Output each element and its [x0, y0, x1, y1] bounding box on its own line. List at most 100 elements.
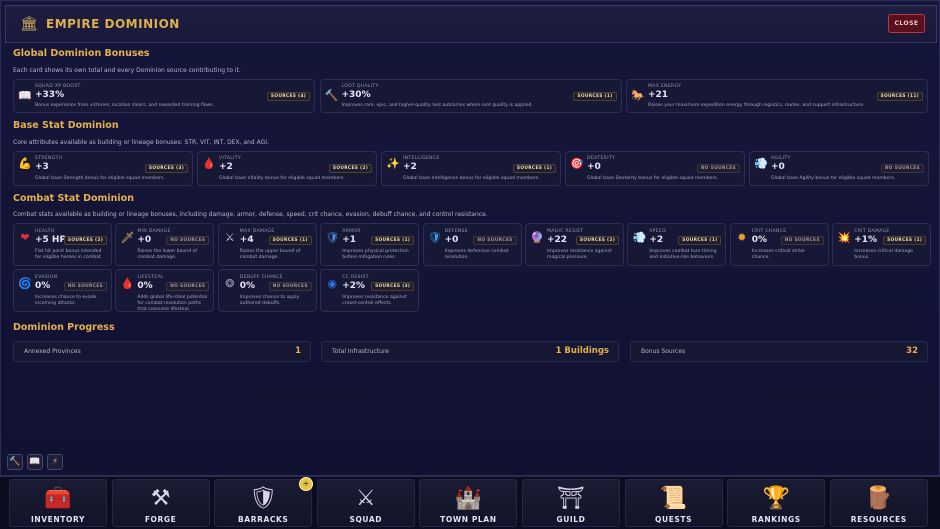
plus-icon[interactable]: + [299, 477, 313, 491]
stat-label: DEXTERITY [587, 156, 616, 161]
dominion-panel: 🏛 EMPIRE DOMINION CLOSE Global Dominion … [0, 0, 940, 476]
book-tool-button[interactable]: 📖 [27, 454, 43, 470]
sources-badge[interactable]: SOURCES (1) [268, 236, 312, 245]
nav-quests[interactable]: 📜 QUESTS [624, 479, 723, 527]
stat-value: +5 HP [35, 235, 67, 245]
stat-card-max-energy: 🐎 MAX ENERGY +21 SOURCES (11) Raises your ma… [626, 79, 928, 113]
horse-icon: 🐎 [631, 89, 645, 102]
blood-drop-icon: 🩸 [120, 277, 135, 290]
stat-card-squad-xp-boost: 📖 SQUAD XP BOOST +33% SOURCES (4) Bonus expe… [13, 79, 315, 113]
stat-value: +2 [649, 235, 664, 245]
nav-resources[interactable]: 🪵 RESOURCES [829, 479, 928, 527]
nav-label: QUESTS [655, 515, 693, 524]
stat-card-lifesteal: 🩸 LIFESTEAL 0% NO SOURCES Adds global life-s… [115, 269, 215, 312]
book-icon: 📖 [29, 457, 41, 467]
stat-description: Global base Strength bonus for eligible … [35, 176, 165, 181]
sources-badge[interactable]: SOURCES (1) [883, 236, 927, 245]
stat-description: Global base Intelligence bonus for eligi… [403, 176, 540, 181]
global-bonuses-desc: Each card shows its own total and every … [13, 67, 241, 74]
gate-icon: ⛩ [557, 486, 585, 511]
lightning-tool-button[interactable]: ⚡ [47, 454, 63, 470]
stat-value: 0% [35, 281, 51, 291]
stat-label: LIFESTEAL [137, 275, 164, 280]
stat-description: Global base Dexterity bonus for eligible… [587, 176, 719, 181]
stat-value: 0% [137, 281, 153, 291]
progress-label: Total Infrastructure [332, 348, 389, 355]
sources-badge[interactable]: SOURCES (1) [371, 236, 415, 245]
sources-badge[interactable]: SOURCES (11) [876, 92, 923, 101]
dominion-progress-title: Dominion Progress [13, 322, 115, 333]
progress-total-infrastructure: Total Infrastructure 1 Buildings [321, 341, 619, 362]
page-title: EMPIRE DOMINION [46, 17, 180, 31]
sources-badge[interactable]: SOURCES (1) [512, 164, 556, 173]
sources-badge[interactable]: SOURCES (2) [328, 164, 372, 173]
nav-barracks[interactable]: 🛡 BARRACKS [214, 479, 313, 527]
stat-label: AGILITY [771, 156, 791, 161]
stat-value: +0 [587, 162, 601, 172]
shield-icon: 🛡 [325, 231, 340, 244]
dagger-icon: 🗡 [120, 231, 135, 244]
sources-badge[interactable]: NO SOURCES [696, 164, 740, 173]
stat-value: +3 [35, 162, 49, 172]
star-burst-icon: ✹ [737, 231, 747, 244]
stat-description: Improves rare, epic, and higher-quality … [341, 103, 533, 108]
stat-label: DEBUFF CHANCE [239, 275, 283, 280]
resource-pile-icon: 🪵 [865, 486, 893, 511]
sources-badge[interactable]: NO SOURCES [268, 282, 312, 291]
stat-card-magic-resist: 🔮 MAGIC RESIST +22 SOURCES (2) Improves resi… [525, 223, 624, 266]
stat-card-cc-resist: ◉ CC RESIST +2% SOURCES (3) Improves resista… [320, 269, 420, 312]
sources-badge[interactable]: SOURCES (3) [371, 282, 415, 291]
nav-town-plan[interactable]: 🏰 TOWN PLAN [419, 479, 518, 527]
sources-badge[interactable]: SOURCES (2) [63, 236, 107, 245]
wind-icon: 💨 [632, 231, 647, 244]
stat-description: Flat hit point bonus intended for eligib… [35, 249, 103, 260]
hammer-tool-button[interactable]: 🔨 [7, 454, 23, 470]
nav-label: FORGE [144, 515, 177, 524]
stat-card-agility: 💨 AGILITY +0 NO SOURCES Global base Agility … [749, 151, 929, 186]
stat-card-dexterity: 🎯 DEXTERITY +0 NO SOURCES Global base Dexter… [565, 151, 745, 186]
stat-label: MIN DAMAGE [137, 229, 171, 234]
stat-card-max-damage: ⚔ MAX DAMAGE +4 SOURCES (1) Raises the upper… [217, 223, 317, 266]
stat-label: CRIT CHANCE [751, 229, 787, 234]
progress-label: Bonus Sources [641, 348, 686, 355]
eye-ring-icon: ◉ [327, 277, 337, 290]
stat-description: Increases chance to evade incoming attac… [35, 295, 97, 306]
sources-badge[interactable]: SOURCES (1) [678, 236, 722, 245]
close-button[interactable]: CLOSE [888, 14, 925, 33]
nav-label: INVENTORY [31, 515, 85, 524]
progress-value: 32 [906, 346, 918, 356]
stat-card-defense: 🛡 DEFENSE +0 NO SOURCES Improves defensive c… [422, 223, 522, 266]
nav-squad[interactable]: ⚔ SQUAD [316, 479, 415, 527]
sources-badge[interactable]: NO SOURCES [63, 282, 107, 291]
scroll-icon: 📜 [659, 486, 688, 511]
sources-badge[interactable]: SOURCES (4) [266, 92, 310, 101]
stat-description: Improves chance to apply authored debuff… [239, 295, 300, 306]
combat-stat-desc: Combat stats available as building or li… [13, 211, 488, 218]
lightning-icon: ⚡ [51, 457, 59, 467]
stat-label: CRIT DAMAGE [854, 229, 890, 234]
stat-card-strength: 💪 STRENGTH +3 SOURCES (3) Global base Streng… [13, 151, 193, 186]
nav-inventory[interactable]: 🧰 INVENTORY [9, 479, 107, 527]
progress-value: 1 [295, 346, 301, 356]
sources-badge[interactable]: NO SOURCES [473, 236, 517, 245]
stat-card-crit-chance: ✹ CRIT CHANCE 0% NO SOURCES Increases critic… [729, 223, 829, 266]
sources-badge[interactable]: NO SOURCES [166, 282, 210, 291]
target-icon: 🎯 [570, 157, 584, 170]
stat-label: HEALTH [35, 229, 55, 234]
sources-badge[interactable]: NO SOURCES [880, 164, 924, 173]
nav-label: SQUAD [349, 515, 383, 524]
stat-label: LOOT QUALITY [341, 84, 379, 89]
sources-badge[interactable]: NO SOURCES [780, 236, 824, 245]
defense-shield-icon: 🛡 [427, 231, 442, 244]
stat-description: Raises the lower bound of combat damage. [137, 249, 198, 260]
stat-card-min-damage: 🗡 MIN DAMAGE +0 NO SOURCES Raises the lower … [115, 223, 215, 266]
stat-label: MAX ENERGY [648, 84, 682, 89]
nav-rankings[interactable]: 🏆 RANKINGS [727, 479, 826, 527]
sources-badge[interactable]: SOURCES (3) [144, 164, 188, 173]
stat-description: Raises your maximum expedition energy th… [648, 103, 865, 108]
sources-badge[interactable]: SOURCES (2) [575, 236, 619, 245]
sources-badge[interactable]: SOURCES (1) [573, 92, 617, 101]
nav-forge[interactable]: ⚒ FORGE [111, 479, 210, 527]
nav-guild[interactable]: ⛩ GUILD [522, 479, 620, 527]
sources-badge[interactable]: NO SOURCES [166, 236, 210, 245]
